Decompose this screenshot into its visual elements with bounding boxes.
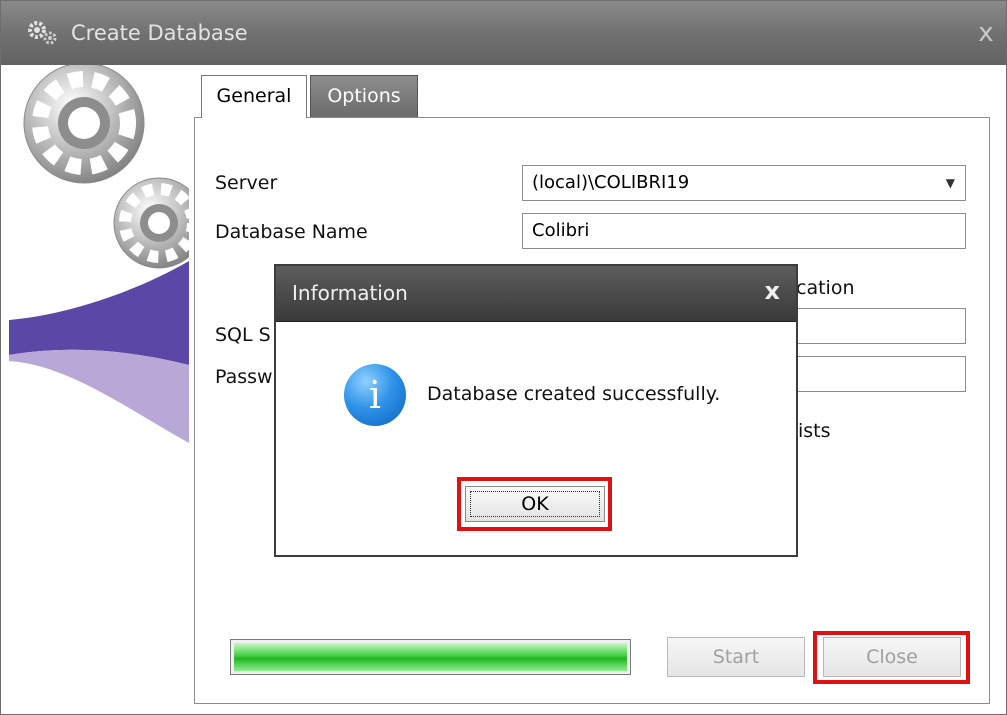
info-icon: i [344,364,406,426]
database-name-value: Colibri [532,220,590,241]
authentication-label: cation [796,277,855,299]
password-label: Passw [215,366,273,388]
close-icon[interactable]: x [970,17,1002,49]
tab-general[interactable]: General [201,75,307,118]
sql-server-label: SQL S [215,324,271,346]
dialog-close-icon[interactable]: x [765,277,780,305]
database-name-input[interactable]: Colibri [522,213,966,249]
window-title: Create Database [71,21,248,45]
server-dropdown[interactable]: (local)\COLIBRI19 ▼ [522,165,966,201]
ok-button-highlight [457,477,612,531]
information-dialog: Information x i Database created success… [274,264,798,557]
chevron-down-icon[interactable]: ▼ [946,166,955,200]
dialog-title-bar: Information x [276,266,796,322]
start-button[interactable]: Start [667,637,805,677]
side-banner-art [9,65,189,714]
drop-if-exists-label: ists [798,420,831,442]
tab-options[interactable]: Options [310,75,418,117]
gears-icon [28,21,57,45]
database-name-label: Database Name [215,221,368,243]
close-button-highlight [813,631,970,684]
dialog-title: Information [292,281,408,305]
progress-bar [230,639,631,675]
large-gear-icon [23,65,145,184]
progress-fill [234,643,627,671]
server-value: (local)\COLIBRI19 [532,172,690,193]
server-label: Server [215,172,278,194]
small-gear-icon [113,177,189,269]
title-bar: Create Database x [1,1,1006,65]
create-database-window: Create Database x General Options Server… [0,0,1007,715]
dialog-message: Database created successfully. [427,383,721,405]
